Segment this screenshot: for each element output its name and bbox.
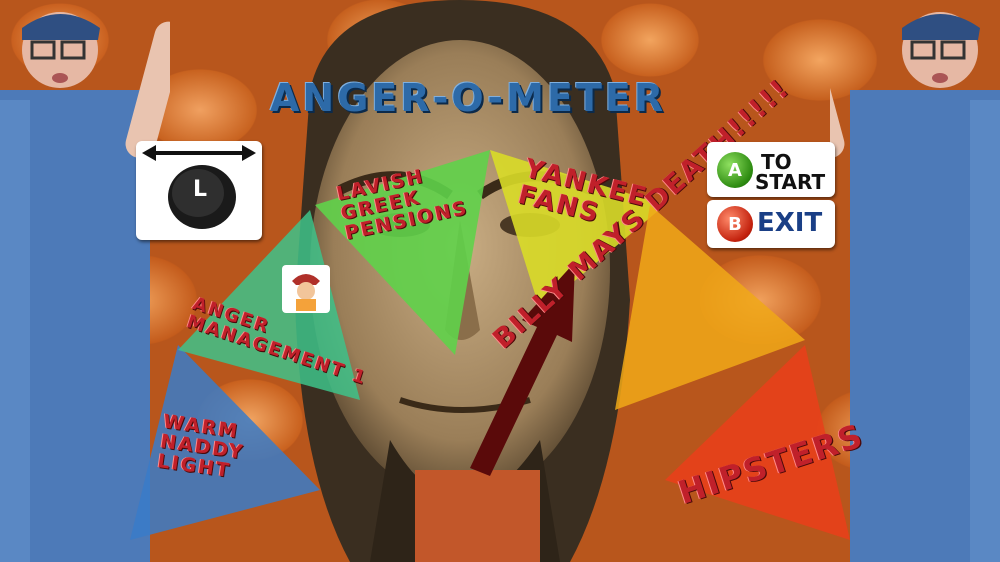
- label-warm-naddy-light: WARM NADDY LIGHT: [156, 410, 248, 483]
- anger-meter: [130, 150, 850, 562]
- a-button-icon: A: [717, 152, 753, 188]
- chef-icon: [282, 265, 330, 313]
- start-label-line2: START: [755, 170, 826, 194]
- l-button-hint-panel: L: [136, 141, 262, 240]
- exit-label: EXIT: [757, 208, 823, 238]
- l-button-icon: L: [192, 177, 208, 202]
- game-screen: ANGER-O-METER WARM NADDY LIGHT ANGER MAN…: [0, 0, 1000, 562]
- b-button-icon: B: [717, 206, 753, 242]
- exit-button[interactable]: B EXIT: [707, 200, 835, 248]
- needle-base: [415, 470, 540, 562]
- start-button[interactable]: A TO START: [707, 142, 835, 197]
